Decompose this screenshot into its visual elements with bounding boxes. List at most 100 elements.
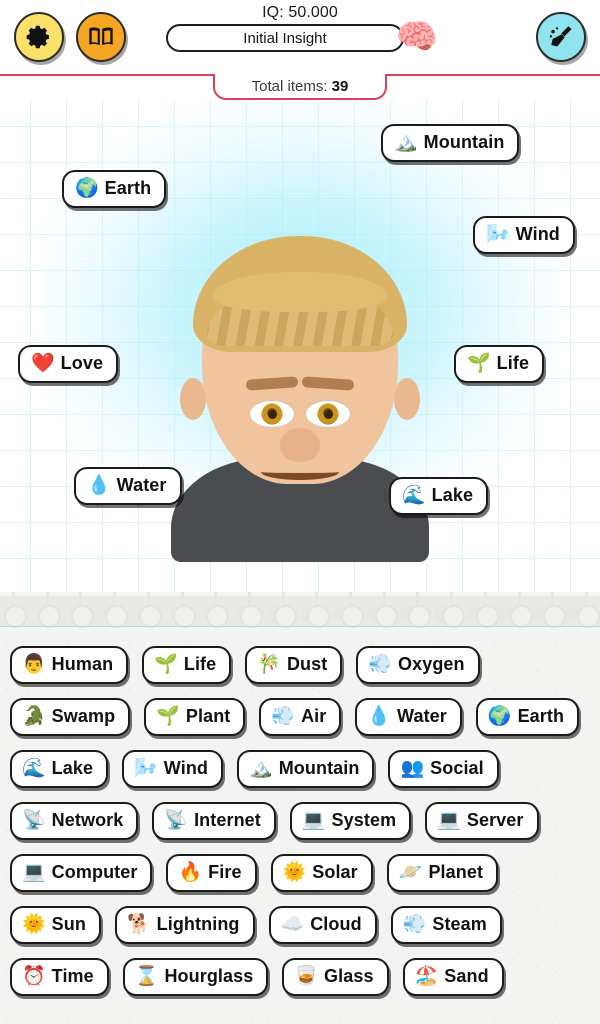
- inventory-chip-sun[interactable]: 🌞 Sun: [10, 906, 101, 944]
- spiral-ring: [138, 592, 162, 628]
- avatar-eye-left: [249, 400, 295, 428]
- inventory-chip-water[interactable]: 💧 Water: [355, 698, 462, 736]
- chip-label: Sand: [444, 966, 489, 986]
- inventory-chip-social[interactable]: 👥 Social: [388, 750, 499, 788]
- air-icon: 💨: [271, 706, 296, 727]
- spiral-ring: [105, 592, 129, 628]
- inventory-chip-lake[interactable]: 🌊 Lake: [10, 750, 109, 788]
- inventory-chip-sand[interactable]: 🏖️ Sand: [402, 958, 504, 996]
- inventory-row: 🐊 Swamp 🌱 Plant 💨 Air 💧 Water 🌍 Earth: [10, 698, 590, 736]
- chip-label: Wind: [515, 224, 560, 244]
- canvas-chip-earth[interactable]: 🌍 Earth: [62, 170, 167, 208]
- inventory-chip-wind[interactable]: 🌬️ Wind: [122, 750, 224, 788]
- canvas-chip-life[interactable]: 🌱 Life: [454, 345, 545, 383]
- inventory-chip-network[interactable]: 📡 Network: [10, 802, 139, 840]
- inventory-chip-earth[interactable]: 🌍 Earth: [475, 698, 580, 736]
- inventory-chip-fire[interactable]: 🔥 Fire: [166, 854, 257, 892]
- avatar-nose: [280, 428, 320, 462]
- canvas-chip-water[interactable]: 💧 Water: [74, 467, 182, 505]
- wind-icon: 🌬️: [486, 224, 510, 245]
- rank-label: Initial Insight: [243, 29, 327, 47]
- earth-icon: 🌍: [487, 706, 512, 727]
- inventory-chip-plant[interactable]: 🌱 Plant: [144, 698, 246, 736]
- wind-icon: 🌬️: [134, 758, 158, 779]
- inventory-chip-cloud[interactable]: ☁️ Cloud: [268, 906, 377, 944]
- planet-icon: 🪐: [398, 862, 423, 883]
- spiral-ring: [576, 592, 600, 628]
- game-screen: IQ: 50.000 Initial Insight 🧠 Total items…: [0, 0, 600, 1024]
- inventory-chip-time[interactable]: ⏰ Time: [10, 958, 109, 996]
- inventory-chip-hourglass[interactable]: ⌛ Hourglass: [122, 958, 269, 996]
- chip-label: Social: [430, 758, 484, 778]
- internet-icon: 📡: [164, 810, 189, 831]
- total-items-text: Total items: 39: [252, 78, 349, 95]
- life-icon: 🌱: [154, 654, 178, 675]
- human-icon: 👨: [22, 654, 46, 675]
- oxygen-icon: 💨: [368, 654, 393, 675]
- chip-label: Lake: [51, 758, 94, 778]
- spiral-ring: [475, 592, 499, 628]
- chip-label: Human: [51, 654, 114, 674]
- clear-board-button[interactable]: [536, 12, 586, 62]
- glass-icon: 🥃: [294, 966, 319, 987]
- encyclopedia-button[interactable]: [76, 12, 126, 62]
- canvas-chip-wind[interactable]: 🌬️ Wind: [473, 216, 575, 254]
- inventory-chip-swamp[interactable]: 🐊 Swamp: [10, 698, 131, 736]
- avatar-ear-right: [394, 378, 420, 420]
- spiral-ring: [374, 592, 398, 628]
- avatar-ear-left: [180, 378, 206, 420]
- chip-label: Computer: [51, 862, 138, 882]
- iq-meter: IQ: 50.000 Initial Insight 🧠: [150, 4, 450, 54]
- rank-progress[interactable]: Initial Insight 🧠: [166, 20, 438, 54]
- avatar-brow-left: [245, 376, 299, 391]
- chip-label: Oxygen: [398, 654, 465, 674]
- sun-icon: 🌞: [22, 914, 46, 935]
- spiral-ring: [442, 592, 466, 628]
- inventory-row: 🌊 Lake 🌬️ Wind 🏔️ Mountain 👥 Social: [10, 750, 590, 788]
- chip-label: Sun: [51, 914, 86, 934]
- steam-icon: 💨: [402, 914, 427, 935]
- inventory-chip-human[interactable]: 👨 Human: [10, 646, 129, 684]
- inventory-chip-life[interactable]: 🌱 Life: [142, 646, 232, 684]
- mountain-icon: 🏔️: [394, 132, 418, 153]
- lake-icon: 🌊: [22, 758, 46, 779]
- computer-icon: 💻: [22, 862, 46, 883]
- chip-label: Earth: [104, 178, 152, 198]
- spiral-ring: [307, 592, 331, 628]
- inventory-chip-solar[interactable]: 🌞 Solar: [270, 854, 373, 892]
- inventory-chip-internet[interactable]: 📡 Internet: [152, 802, 276, 840]
- inventory-chip-system[interactable]: 💻 System: [289, 802, 412, 840]
- crafting-canvas[interactable]: 🏔️ Mountain 🌍 Earth 🌬️ Wind ❤️ Love 🌱 Life 💧 Water 🌊…: [0, 100, 600, 592]
- inventory-panel[interactable]: 👨 Human 🌱 Life 🎋 Dust 💨 Oxygen 🐊 Swamp 🌱 Plant 💨 Air 💧…: [0, 634, 600, 1024]
- canvas-chip-lake[interactable]: 🌊 Lake: [389, 477, 489, 515]
- inventory-chip-mountain[interactable]: 🏔️ Mountain: [237, 750, 375, 788]
- inventory-chip-planet[interactable]: 🪐 Planet: [386, 854, 499, 892]
- canvas-chip-love[interactable]: ❤️ Love: [18, 345, 119, 383]
- inventory-chip-steam[interactable]: 💨 Steam: [390, 906, 502, 944]
- chip-label: Air: [301, 706, 327, 726]
- chip-label: Water: [116, 475, 167, 495]
- inventory-chip-air[interactable]: 💨 Air: [259, 698, 342, 736]
- chip-label: Dust: [286, 654, 328, 674]
- inventory-row: 👨 Human 🌱 Life 🎋 Dust 💨 Oxygen: [10, 646, 590, 684]
- canvas-chip-mountain[interactable]: 🏔️ Mountain: [381, 124, 520, 162]
- cloud-icon: ☁️: [280, 914, 305, 935]
- spiral-ring: [71, 592, 95, 628]
- inventory-chip-server[interactable]: 💻 Server: [425, 802, 539, 840]
- chip-label: Cloud: [310, 914, 362, 934]
- chip-label: Fire: [208, 862, 242, 882]
- spiral-ring: [408, 592, 432, 628]
- settings-button[interactable]: [14, 12, 64, 62]
- spiral-ring: [172, 592, 196, 628]
- inventory-chip-lightning[interactable]: 🐕 Lightning: [114, 906, 255, 944]
- avatar-hair: [193, 236, 407, 352]
- divider-rings: [0, 592, 600, 628]
- spiral-ring: [37, 592, 61, 628]
- avatar-eye-right: [305, 400, 351, 428]
- avatar-neck: [257, 420, 343, 476]
- inventory-chip-dust[interactable]: 🎋 Dust: [245, 646, 343, 684]
- system-icon: 💻: [301, 810, 326, 831]
- inventory-chip-computer[interactable]: 💻 Computer: [10, 854, 153, 892]
- inventory-chip-oxygen[interactable]: 💨 Oxygen: [356, 646, 480, 684]
- inventory-chip-glass[interactable]: 🥃 Glass: [282, 958, 389, 996]
